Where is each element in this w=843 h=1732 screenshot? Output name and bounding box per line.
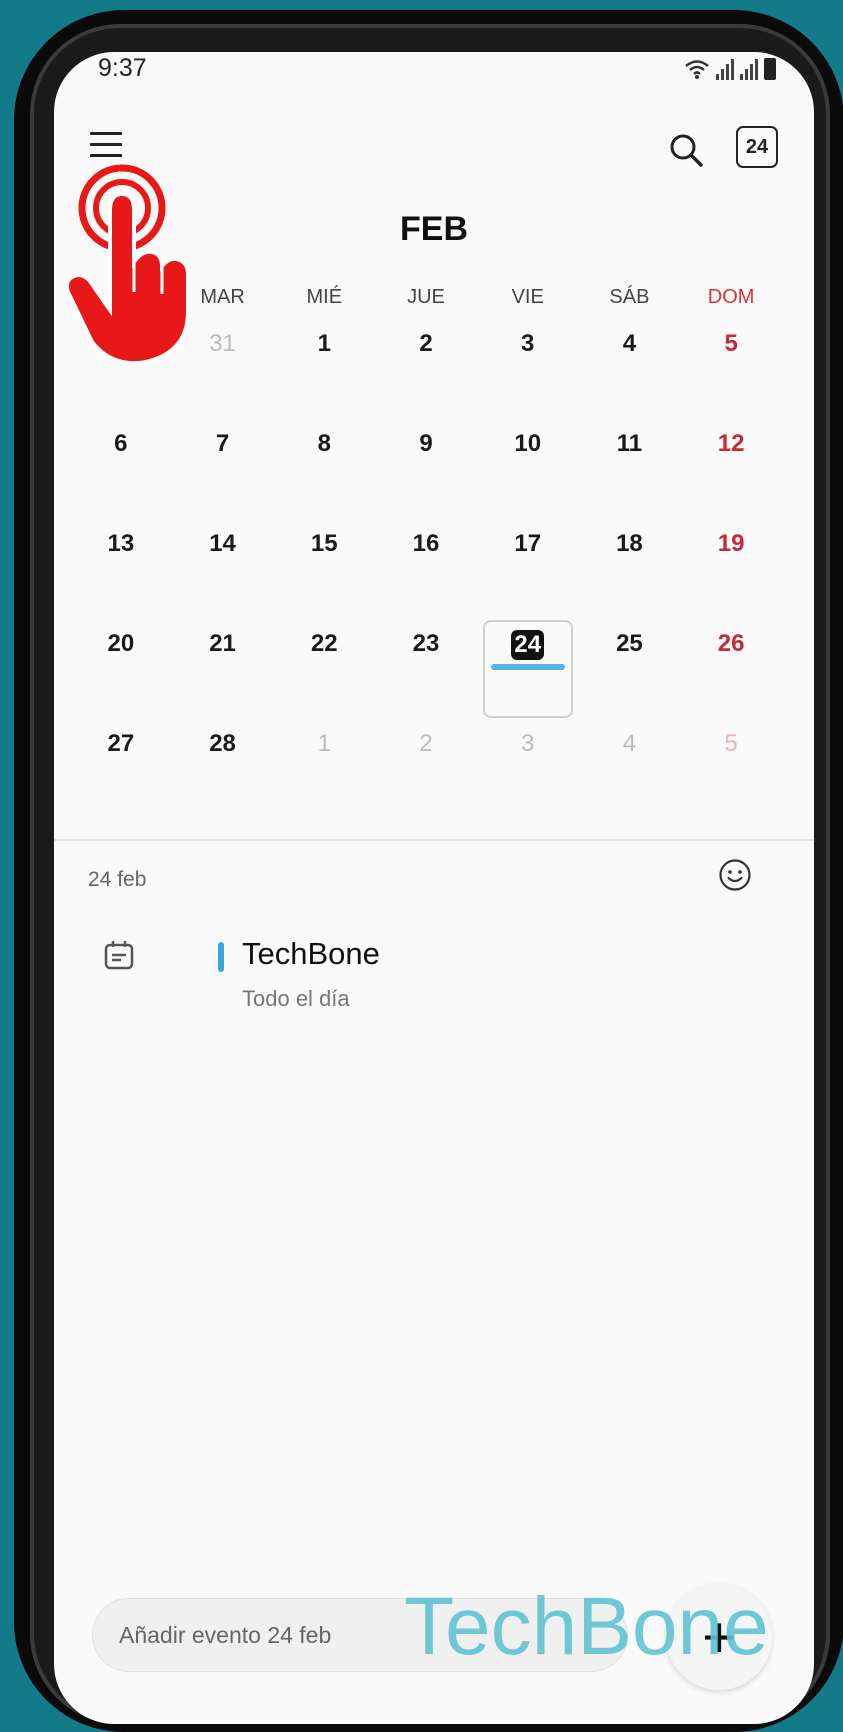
day-number: 2 (419, 730, 433, 757)
day-number: 5 (724, 730, 738, 757)
watermark-logo: TechBone (404, 1581, 769, 1672)
signal-icon-2 (740, 58, 758, 80)
day-number: 5 (724, 330, 738, 357)
calendar-day[interactable]: 22 (273, 622, 375, 722)
calendar-day[interactable]: 15 (273, 522, 375, 622)
day-number: 1 (317, 730, 331, 757)
tap-hand-icon (66, 164, 190, 366)
calendar-day[interactable]: 20 (70, 622, 172, 722)
calendar-day[interactable]: 11 (579, 422, 681, 522)
calendar-day[interactable]: 1 (273, 722, 375, 822)
calendar-day[interactable]: 28 (172, 722, 274, 822)
day-number: 25 (616, 630, 643, 657)
calendar-day[interactable]: 8 (273, 422, 375, 522)
calendar-day[interactable]: 6 (70, 422, 172, 522)
event-item[interactable]: TechBone Todo el día (94, 932, 774, 1032)
wifi-icon (685, 60, 709, 79)
calendar-day[interactable]: 4 (579, 722, 681, 822)
event-color-bar (218, 942, 224, 972)
event-subtitle: Todo el día (242, 986, 350, 1011)
menu-button[interactable] (90, 132, 122, 162)
calendar-day[interactable]: 23 (375, 622, 477, 722)
day-number: 14 (209, 530, 236, 557)
calendar-day[interactable]: 4 (579, 322, 681, 422)
calendar-day[interactable]: 1 (273, 322, 375, 422)
calendar-day[interactable]: 2 (375, 722, 477, 822)
status-bar: 9:37 (54, 52, 814, 92)
day-number: 3 (521, 730, 535, 757)
day-number: 11 (616, 430, 643, 457)
calendar-day[interactable]: 5 (680, 322, 782, 422)
calendar-day[interactable]: 3 (477, 722, 579, 822)
weekday-label: MIÉ (306, 286, 343, 308)
day-number: 15 (310, 530, 338, 557)
divider (54, 839, 814, 841)
search-icon[interactable] (666, 130, 706, 170)
day-number: 31 (209, 330, 236, 357)
calendar-day[interactable]: 25 (579, 622, 681, 722)
day-number: 3 (521, 330, 535, 357)
day-number: 13 (107, 530, 135, 557)
calendar-day[interactable]: 14 (172, 522, 274, 622)
weekday-label: JUE (407, 286, 445, 308)
calendar-day[interactable]: 26 (680, 622, 782, 722)
day-number: 17 (514, 530, 542, 557)
calendar-day[interactable]: 27 (70, 722, 172, 822)
day-number: 1 (317, 330, 331, 357)
battery-icon (764, 58, 776, 80)
calendar-day[interactable]: 12 (680, 422, 782, 522)
day-number: 9 (419, 430, 433, 457)
weekday-label: DOM (707, 286, 755, 308)
day-number: 24 (511, 630, 545, 660)
calendar-day[interactable]: 10 (477, 422, 579, 522)
day-number: 22 (310, 630, 338, 657)
sticker-icon[interactable] (718, 858, 752, 892)
day-number: 10 (514, 430, 542, 457)
calendar-day-today[interactable]: 24 (482, 620, 573, 718)
day-number: 16 (412, 530, 440, 557)
event-indicator-bar (490, 664, 565, 670)
selected-date-label: 24 feb (88, 868, 147, 891)
day-number: 4 (622, 330, 637, 357)
status-icons (684, 58, 776, 80)
calendar-day[interactable]: 7 (172, 422, 274, 522)
calendar-day[interactable]: 13 (70, 522, 172, 622)
calendar-day[interactable]: 9 (375, 422, 477, 522)
day-number: 26 (717, 630, 745, 657)
calendar-day[interactable]: 2 (375, 322, 477, 422)
day-number: 27 (107, 730, 135, 757)
event-title: TechBone (242, 936, 380, 971)
calendar-day[interactable]: 16 (375, 522, 477, 622)
day-number: 7 (215, 430, 230, 457)
calendar-day[interactable]: 17 (477, 522, 579, 622)
calendar-day[interactable]: 3 (477, 322, 579, 422)
signal-icon (716, 58, 734, 80)
today-button[interactable]: 24 (736, 126, 778, 168)
calendar-event-icon (104, 941, 134, 970)
day-number: 4 (622, 730, 637, 757)
day-number: 19 (717, 530, 745, 557)
day-number: 21 (209, 630, 236, 657)
day-number: 18 (616, 530, 643, 557)
status-time: 9:37 (98, 54, 147, 82)
calendar-day[interactable]: 21 (172, 622, 274, 722)
day-number: 2 (419, 330, 433, 357)
weekday-label: VIE (511, 286, 544, 308)
day-number: 6 (114, 430, 128, 457)
calendar-day[interactable]: 19 (680, 522, 782, 622)
day-number: 20 (107, 630, 135, 657)
month-grid: 31 1 2 3 4 5 6 7 8 9 10 11 12 13 14 15 16 17 18 19 20 21 22 23 2… (70, 322, 782, 822)
calendar-day[interactable]: 18 (579, 522, 681, 622)
day-number: 12 (717, 430, 745, 457)
weekday-label: SÁB (609, 286, 650, 308)
calendar-day[interactable]: 5 (680, 722, 782, 822)
day-number: 8 (317, 430, 331, 457)
day-number: 23 (412, 630, 440, 657)
day-number: 28 (209, 730, 236, 757)
